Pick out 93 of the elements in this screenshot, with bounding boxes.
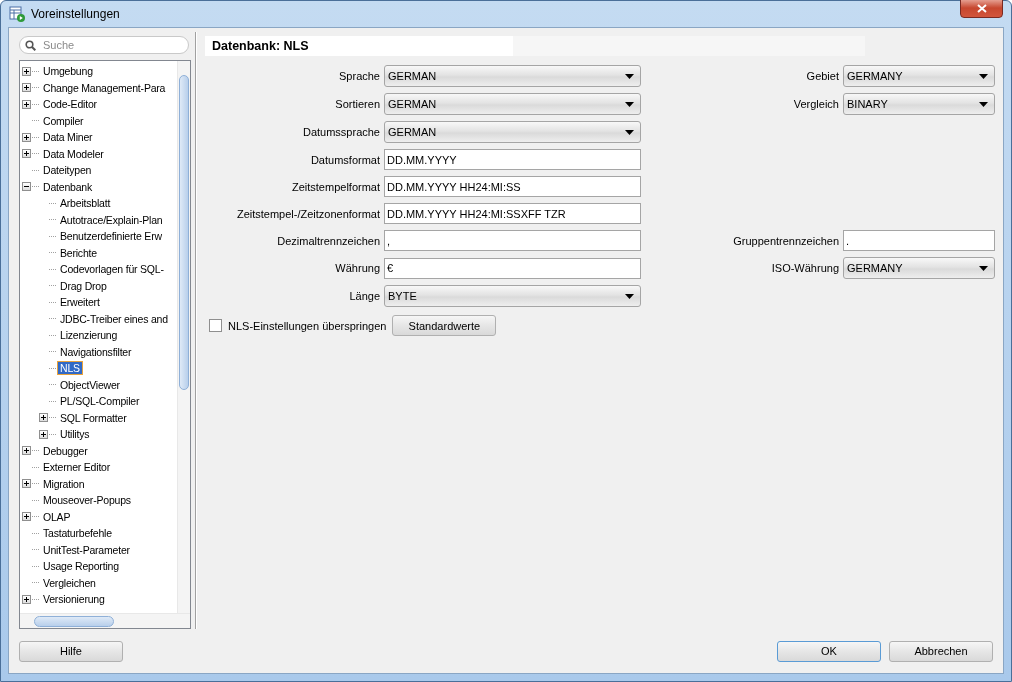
field-label: Zeitstempel-/Zeitzonenformat [235,207,380,220]
vertical-scrollbar[interactable] [177,61,190,613]
field-label: Datumsformat [309,153,380,166]
tree-item[interactable]: Versionierung [40,592,108,607]
dropdown-caret-icon [979,265,988,271]
dropdown[interactable]: GERMAN [384,65,641,87]
checkbox[interactable] [209,319,222,332]
field-label: Vergleich [792,98,839,110]
expand-icon[interactable] [22,479,31,489]
app-icon [9,6,25,22]
expand-icon[interactable] [22,132,31,142]
search-field[interactable]: Suche [19,36,189,54]
text-field[interactable]: DD.MM.YYYY HH24:MI:SS [384,176,641,197]
help-button[interactable]: Hilfe [19,640,123,662]
tree-item[interactable]: Data Modeler [40,146,107,161]
window-title: Voreinstellungen [31,7,121,21]
tree-item[interactable]: Compiler [40,113,87,128]
tree-item[interactable]: Datenbank [40,179,95,194]
tree-item[interactable]: Umgebung [40,64,96,79]
text-field[interactable]: DD.MM.YYYY [384,149,641,170]
tree-item[interactable]: NLS [57,361,83,376]
tree-item[interactable]: Berichte [57,245,100,260]
tree-item[interactable]: Utilitys [57,427,93,442]
tree-item[interactable]: UnitTest-Parameter [40,542,133,557]
tree-item[interactable]: Tastaturbefehle [40,526,115,541]
dropdown[interactable]: GERMANY [843,65,995,87]
tree-item[interactable]: Lizenzierung [57,328,121,343]
expand-icon[interactable] [22,594,31,604]
panel-title: Datenbank: NLS [205,36,513,56]
tree-item[interactable]: Autotrace/Explain-Plan [57,212,166,227]
field-label: Gebiet [805,70,839,82]
expand-icon[interactable] [39,413,48,423]
field-label: Dezimaltrennzeichen [276,234,380,247]
tree-item[interactable]: Code-Editor [40,97,100,112]
expand-icon[interactable] [22,446,31,456]
field-label: Datumssprache [301,126,380,138]
dropdown-caret-icon [979,73,988,79]
dropdown-caret-icon [625,129,634,135]
tree-item[interactable]: Drag Drop [57,278,110,293]
search-icon [25,40,36,51]
tree-item[interactable]: Arbeitsblatt [57,196,114,211]
field-label: Gruppentrennzeichen [732,234,839,247]
tree-item[interactable]: Navigationsfilter [57,344,135,359]
tree-item[interactable]: Externer Editor [40,460,114,475]
field-label: ISO-Währung [770,262,839,274]
expand-icon[interactable] [22,512,31,522]
dropdown[interactable]: BYTE [384,285,641,307]
expand-icon[interactable] [22,83,31,93]
defaults-button[interactable]: Standardwerte [392,315,497,336]
dropdown[interactable]: GERMANY [843,257,995,279]
tree-item[interactable]: Benutzerdefinierte Erw [57,229,165,244]
tree-item[interactable]: Mouseover-Popups [40,493,134,508]
checkbox-label: NLS-Einstellungen überspringen [228,319,387,332]
dropdown-caret-icon [979,101,988,107]
tree-item[interactable]: JDBC-Treiber eines and [57,311,171,326]
dropdown[interactable]: GERMAN [384,93,641,115]
tree-item[interactable]: Erweitert [57,295,103,310]
dropdown[interactable]: GERMAN [384,121,641,143]
field-label: Sortieren [334,98,380,110]
dropdown-caret-icon [625,101,634,107]
expand-icon[interactable] [22,149,31,159]
tree-item[interactable]: Change Management-Para [40,80,169,95]
tree-item[interactable]: Debugger [40,443,91,458]
expand-icon[interactable] [22,66,31,76]
field-label: Länge [348,290,380,302]
tree-item[interactable]: ObjectViewer [57,377,123,392]
horizontal-scrollbar[interactable] [20,613,190,628]
close-icon [976,3,987,13]
tree-item[interactable]: Usage Reporting [40,559,122,574]
cancel-button[interactable]: Abbrechen [889,640,993,662]
field-label: Währung [334,262,380,274]
tree-item[interactable]: Vergleichen [40,575,99,590]
tree-item[interactable]: Data Miner [40,130,96,145]
field-label: Zeitstempelformat [290,180,380,193]
dropdown-caret-icon [625,73,634,79]
expand-icon[interactable] [22,99,31,109]
close-button[interactable] [960,0,1003,18]
ok-button[interactable]: OK [777,640,881,662]
tree-item[interactable]: PL/SQL-Compiler [57,394,143,409]
field-label: Sprache [338,70,380,82]
text-field[interactable]: , [384,230,641,251]
dropdown-caret-icon [625,293,634,299]
text-field[interactable]: € [384,257,641,279]
tree-item[interactable]: Codevorlagen für SQL- [57,262,167,277]
tree-item[interactable]: SQL Formatter [57,410,130,425]
expand-icon[interactable] [39,429,48,439]
dropdown[interactable]: BINARY [843,93,995,115]
collapse-icon[interactable] [22,182,31,192]
tree-item[interactable]: Migration [40,476,88,491]
text-field[interactable]: DD.MM.YYYY HH24:MI:SSXFF TZR [384,203,641,224]
tree-item[interactable]: Dateitypen [40,163,95,178]
text-field[interactable]: . [843,230,995,251]
tree-item[interactable]: OLAP [40,509,74,524]
